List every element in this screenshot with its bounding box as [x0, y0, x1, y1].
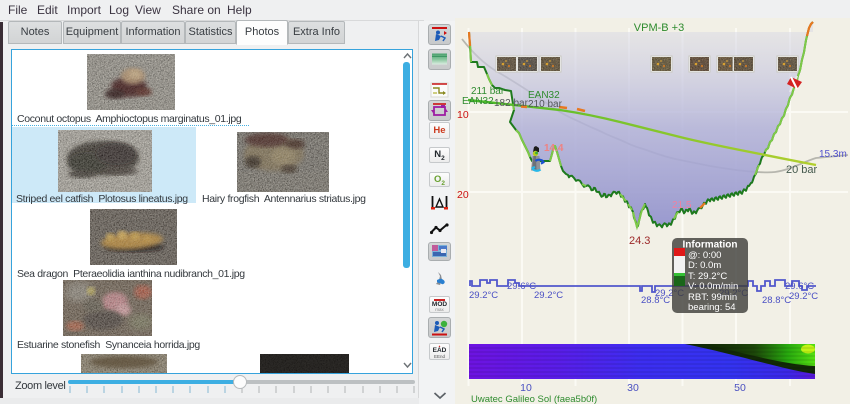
svg-text:29.6°C: 29.6°C — [507, 281, 536, 292]
svg-text:182 bar: 182 bar — [494, 98, 529, 109]
svg-text:Uwatec Galileo Sol (faea5b0f): Uwatec Galileo Sol (faea5b0f) — [471, 394, 597, 404]
svg-text:24.3: 24.3 — [629, 235, 650, 247]
svg-text:EAN32: EAN32 — [462, 96, 494, 107]
svg-text:29.2°C: 29.2°C — [789, 291, 818, 302]
svg-text:20: 20 — [457, 189, 469, 201]
svg-text:29.2°C: 29.2°C — [534, 290, 563, 301]
svg-text:14.4: 14.4 — [544, 143, 564, 154]
svg-text:bearing: 54: bearing: 54 — [688, 302, 736, 313]
svg-text:10: 10 — [457, 109, 469, 121]
svg-text:20 bar: 20 bar — [786, 164, 818, 176]
svg-text:210 bar: 210 bar — [528, 99, 563, 110]
svg-text:D: 0.0m: D: 0.0m — [688, 260, 721, 271]
svg-text:10: 10 — [520, 382, 532, 394]
svg-text:50: 50 — [734, 382, 746, 394]
svg-text:29.2°C: 29.2°C — [469, 290, 498, 301]
svg-text:30: 30 — [627, 382, 639, 394]
svg-text:21.5: 21.5 — [672, 200, 692, 211]
svg-text:V: 0.0m/min: V: 0.0m/min — [688, 281, 738, 292]
svg-text:15.3m: 15.3m — [819, 149, 847, 160]
svg-text:28.8°C: 28.8°C — [762, 295, 791, 306]
svg-text:VPM-B +3: VPM-B +3 — [634, 22, 684, 34]
svg-text:Information: Information — [683, 240, 738, 251]
